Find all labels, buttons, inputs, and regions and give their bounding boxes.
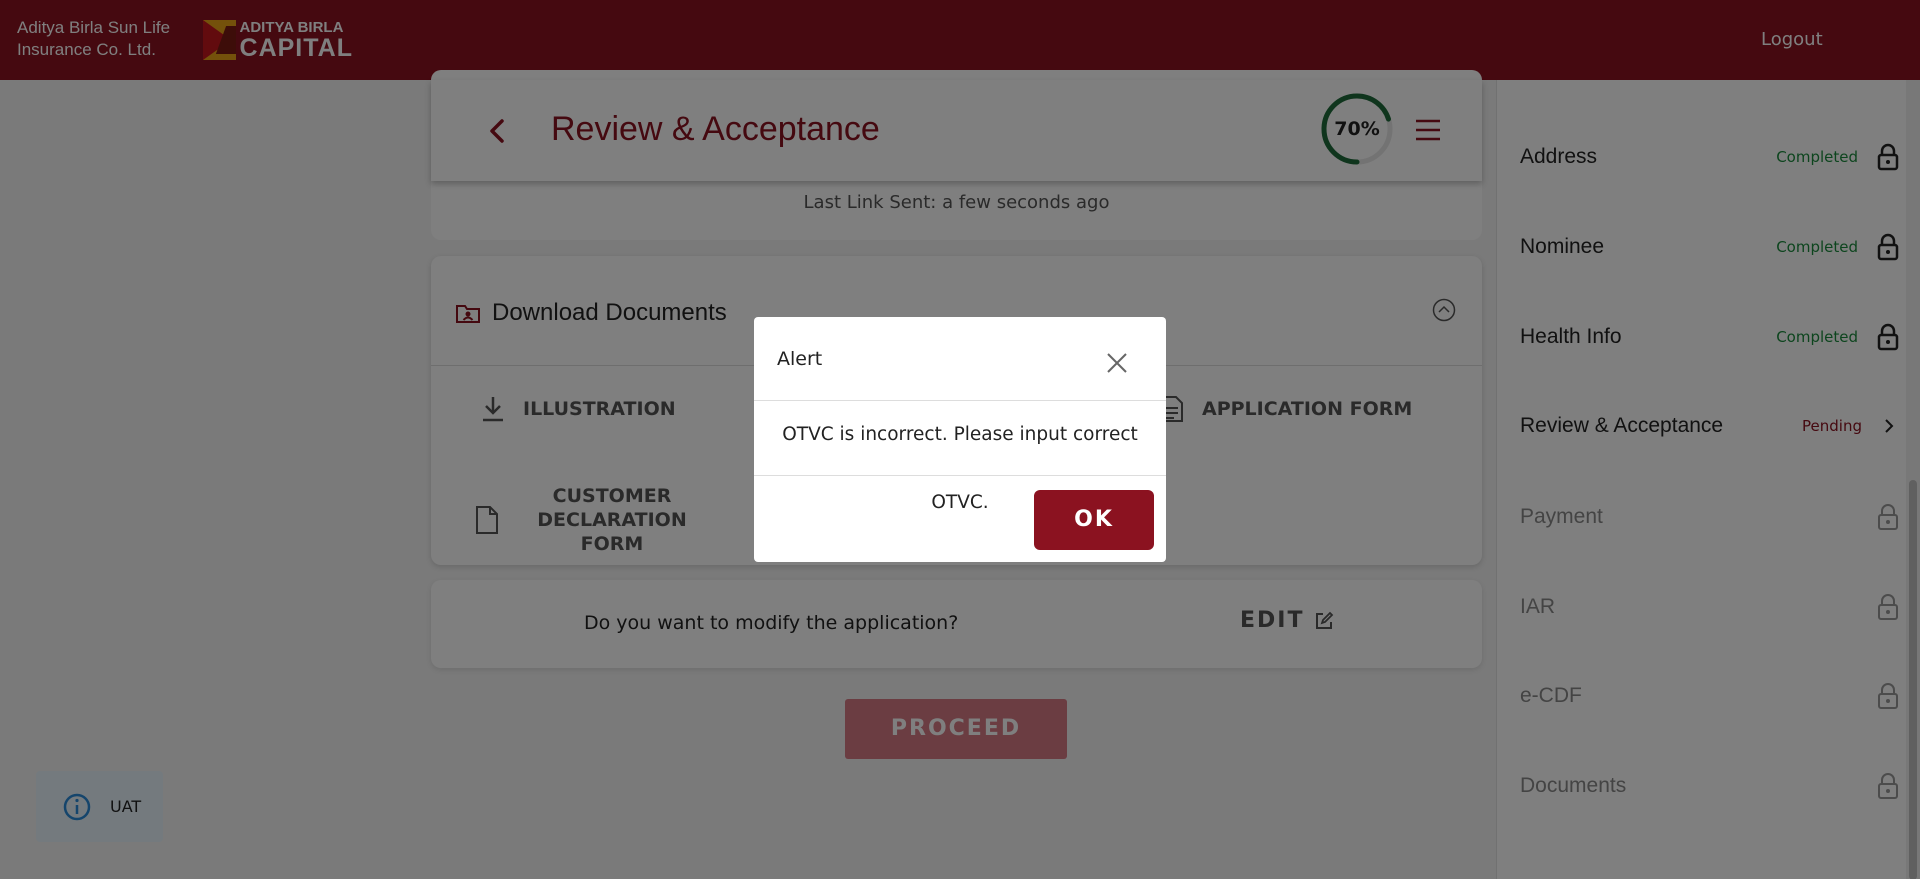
alert-dialog-header: Alert [754, 317, 1166, 401]
alert-dialog: Alert OTVC is incorrect. Please input co… [754, 317, 1166, 562]
ok-button[interactable]: OK [1034, 490, 1154, 550]
alert-dialog-message: OTVC is incorrect. Please input correct … [754, 401, 1166, 513]
close-icon[interactable] [1104, 350, 1130, 376]
alert-dialog-title: Alert [777, 348, 823, 370]
